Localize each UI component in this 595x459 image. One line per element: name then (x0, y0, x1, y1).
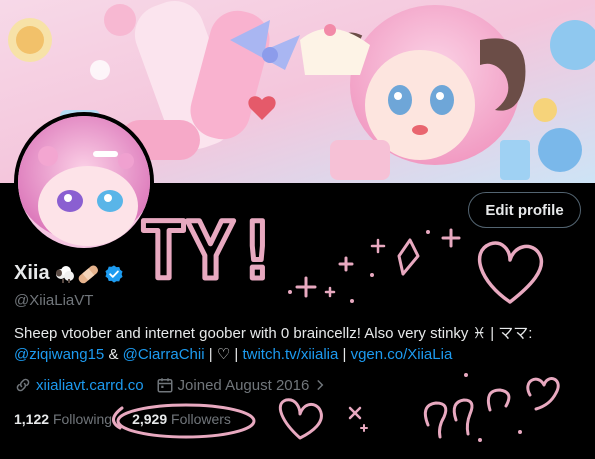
diamond-doodle-icon (397, 238, 420, 276)
mention-link[interactable]: @CiarraChii (123, 346, 205, 363)
edit-profile-button[interactable]: Edit profile (468, 192, 581, 228)
sparkle-doodle (338, 256, 354, 272)
profile-bio: Sheep vtoober and internet goober with 0… (14, 323, 584, 365)
name-emoji-icon (54, 263, 100, 285)
bio-text: & (104, 346, 123, 363)
name-row: Xiia (14, 262, 124, 285)
calendar-icon (156, 376, 174, 394)
chevron-right-icon[interactable] (313, 378, 327, 392)
joined-item: Joined August 2016 (156, 376, 328, 394)
avatar-illustration (18, 116, 150, 248)
mention-link[interactable]: @ziqiwang15 (14, 346, 104, 363)
swirl-doodle (423, 401, 448, 439)
display-name: Xiia (14, 262, 50, 284)
joined-date: Joined August 2016 (177, 376, 310, 394)
following-label: Following (52, 411, 113, 427)
avatar[interactable] (14, 112, 154, 252)
link-icon (14, 376, 32, 394)
followers-label: Followers (171, 411, 231, 427)
user-handle: @XiiaLiaVT (14, 292, 94, 309)
pisces-symbol: ♓ (472, 325, 487, 342)
profile-meta: xiialiavt.carrd.co Joined August 2016 (14, 376, 327, 394)
sparkle-doodle (295, 276, 317, 298)
website-link[interactable]: xiialiavt.carrd.co (36, 377, 144, 394)
bio-text: | ママ: (486, 325, 533, 342)
twitch-link[interactable]: twitch.tv/xiialia (242, 346, 338, 363)
verified-badge-icon[interactable] (104, 264, 124, 284)
following-link[interactable]: 1,122 Following (14, 411, 112, 427)
bio-separator: | (338, 346, 351, 363)
follow-counts: 1,122 Following 2,929 Followers (14, 411, 231, 427)
website-item[interactable]: xiialiavt.carrd.co (14, 376, 144, 394)
thank-you-doodle-text: TY! (140, 207, 281, 297)
following-count: 1,122 (14, 411, 50, 427)
bio-separator: | ♡ | (204, 346, 243, 363)
followers-count: 2,929 (132, 411, 168, 427)
heart-doodle-icon (478, 241, 544, 304)
small-heart-doodle-icon (278, 398, 323, 440)
followers-link[interactable]: 2,929 Followers (132, 411, 231, 427)
vgen-link[interactable]: vgen.co/XiiaLia (351, 346, 453, 363)
bio-text: Sheep vtoober and internet goober with 0… (14, 325, 473, 342)
